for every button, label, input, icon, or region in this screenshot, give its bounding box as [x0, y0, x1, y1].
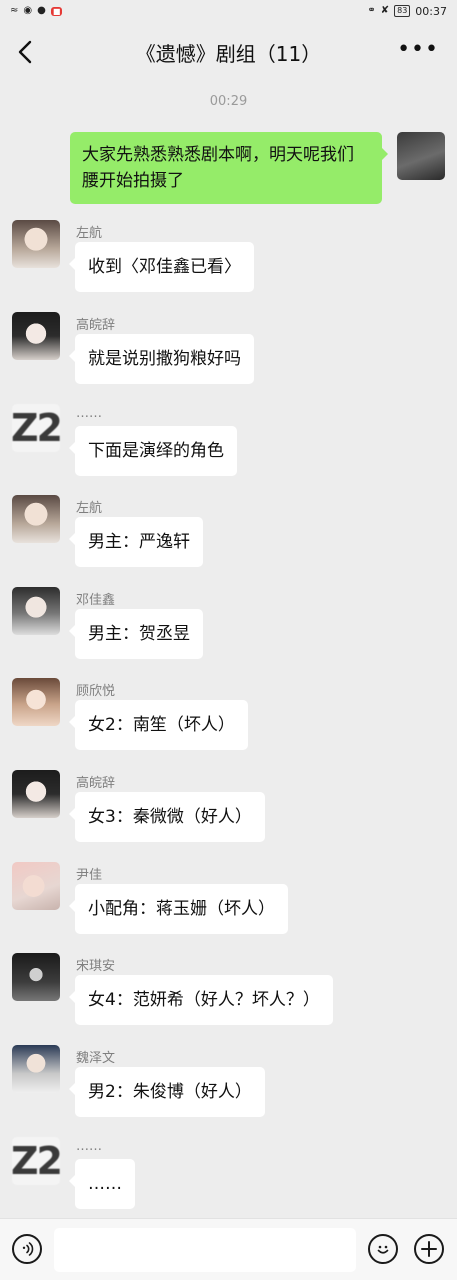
sender-name: 尹佳 — [76, 868, 103, 883]
message-bubble[interactable]: 女4：范妍希（好人？坏人？） — [69, 975, 333, 1025]
battery-level: 83 — [394, 5, 411, 17]
avatar[interactable] — [12, 587, 60, 635]
status-left-icons: ≈ ◉ ● ■ — [10, 5, 63, 16]
more-options-icon[interactable]: ••• — [397, 39, 439, 61]
app-icon-red: ■ — [50, 6, 63, 16]
message-bubble[interactable]: …… — [69, 1159, 135, 1209]
status-bar: ≈ ◉ ● ■ ⚭ ✘ 83 00:37 — [0, 0, 457, 22]
avatar[interactable] — [397, 132, 445, 180]
message-bubble[interactable]: 女3：秦微微（好人） — [69, 792, 265, 842]
emoji-icon[interactable] — [368, 1234, 398, 1264]
message-input[interactable] — [54, 1228, 356, 1272]
sender-name: 高皖辞 — [76, 318, 116, 333]
plus-icon[interactable] — [414, 1234, 444, 1264]
message-bubble[interactable]: 男2：朱俊博（好人） — [69, 1067, 265, 1117]
sender-name: 左航 — [76, 226, 103, 241]
avatar[interactable] — [12, 1045, 60, 1093]
headphone-icon: ⚭ — [367, 5, 376, 16]
avatar[interactable] — [12, 770, 60, 818]
avatar[interactable] — [12, 862, 60, 910]
app-icon-2: ● — [37, 5, 46, 16]
mute-icon: ✘ — [380, 5, 390, 16]
avatar[interactable]: Z2 — [12, 404, 60, 452]
status-right: ⚭ ✘ 83 00:37 — [367, 5, 447, 18]
message-bubble[interactable]: 收到〈邓佳鑫已看〉 — [69, 242, 254, 292]
app-icon-1: ◉ — [23, 5, 33, 16]
avatar[interactable] — [12, 220, 60, 268]
message-bubble[interactable]: 男主：贺丞昱 — [69, 609, 203, 659]
avatar[interactable] — [12, 678, 60, 726]
clock: 00:37 — [415, 4, 447, 18]
wifi-icon: ≈ — [10, 5, 19, 16]
back-arrow-icon[interactable] — [14, 38, 38, 66]
avatar[interactable] — [12, 495, 60, 543]
sender-name: 魏泽文 — [76, 1051, 116, 1066]
sender-name: …… — [76, 1139, 102, 1154]
avatar[interactable] — [12, 953, 60, 1001]
message-bubble[interactable]: 男主：严逸轩 — [69, 517, 203, 567]
sender-name: 左航 — [76, 501, 103, 516]
chat-title: 《遗憾》剧组（11） — [135, 41, 322, 66]
sender-name: 高皖辞 — [76, 776, 116, 791]
message-bubble[interactable]: 下面是演绎的角色 — [69, 426, 237, 476]
nav-bar: 《遗憾》剧组（11） ••• — [0, 22, 457, 82]
input-bar — [0, 1218, 457, 1280]
voice-icon[interactable] — [12, 1234, 42, 1264]
avatar[interactable]: Z2 — [12, 1137, 60, 1185]
message-bubble[interactable]: 就是说别撒狗粮好吗 — [69, 334, 254, 384]
message-timestamp: 00:29 — [209, 94, 248, 109]
sender-name: 邓佳鑫 — [76, 593, 116, 608]
sender-name: 宋琪安 — [76, 959, 116, 974]
sender-name: 顾欣悦 — [76, 684, 116, 699]
avatar[interactable] — [12, 312, 60, 360]
message-bubble[interactable]: 大家先熟悉熟悉剧本啊，明天呢我们腰开始拍摄了 — [70, 132, 388, 204]
sender-name: …… — [76, 406, 102, 421]
message-bubble[interactable]: 女2：南笙（坏人） — [69, 700, 248, 750]
message-bubble[interactable]: 小配角：蒋玉姗（坏人） — [69, 884, 288, 934]
